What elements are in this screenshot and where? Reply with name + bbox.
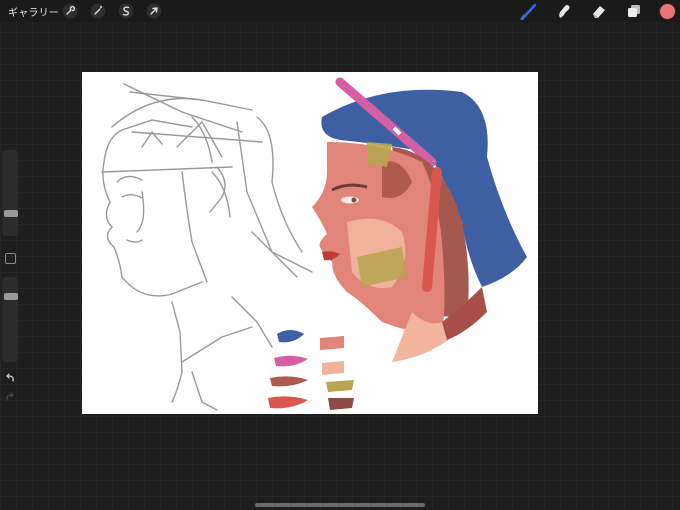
top-toolbar: ギャラリー xyxy=(0,0,680,22)
layers-icon[interactable] xyxy=(625,2,643,20)
color-swatch-strokes xyxy=(268,330,354,410)
color-picker-button[interactable] xyxy=(659,3,676,20)
redo-icon[interactable] xyxy=(4,388,16,401)
left-sidebar xyxy=(1,150,18,401)
home-indicator xyxy=(255,503,425,507)
transform-arrow-icon[interactable] xyxy=(146,3,162,19)
brush-icon[interactable] xyxy=(520,2,538,21)
undo-icon[interactable] xyxy=(4,369,16,382)
brush-opacity-slider[interactable] xyxy=(2,277,18,362)
selection-icon[interactable] xyxy=(118,3,134,19)
modify-button[interactable] xyxy=(5,253,16,264)
artwork xyxy=(101,77,527,411)
brush-size-thumb[interactable] xyxy=(4,210,18,217)
magic-wand-icon[interactable] xyxy=(90,3,106,19)
drawing-canvas[interactable] xyxy=(82,72,538,414)
wrench-icon[interactable] xyxy=(62,3,78,19)
smudge-icon[interactable] xyxy=(555,2,573,20)
eraser-icon[interactable] xyxy=(590,2,608,20)
brush-opacity-thumb[interactable] xyxy=(4,293,18,300)
brush-size-slider[interactable] xyxy=(2,150,18,236)
gallery-button[interactable]: ギャラリー xyxy=(8,4,59,19)
